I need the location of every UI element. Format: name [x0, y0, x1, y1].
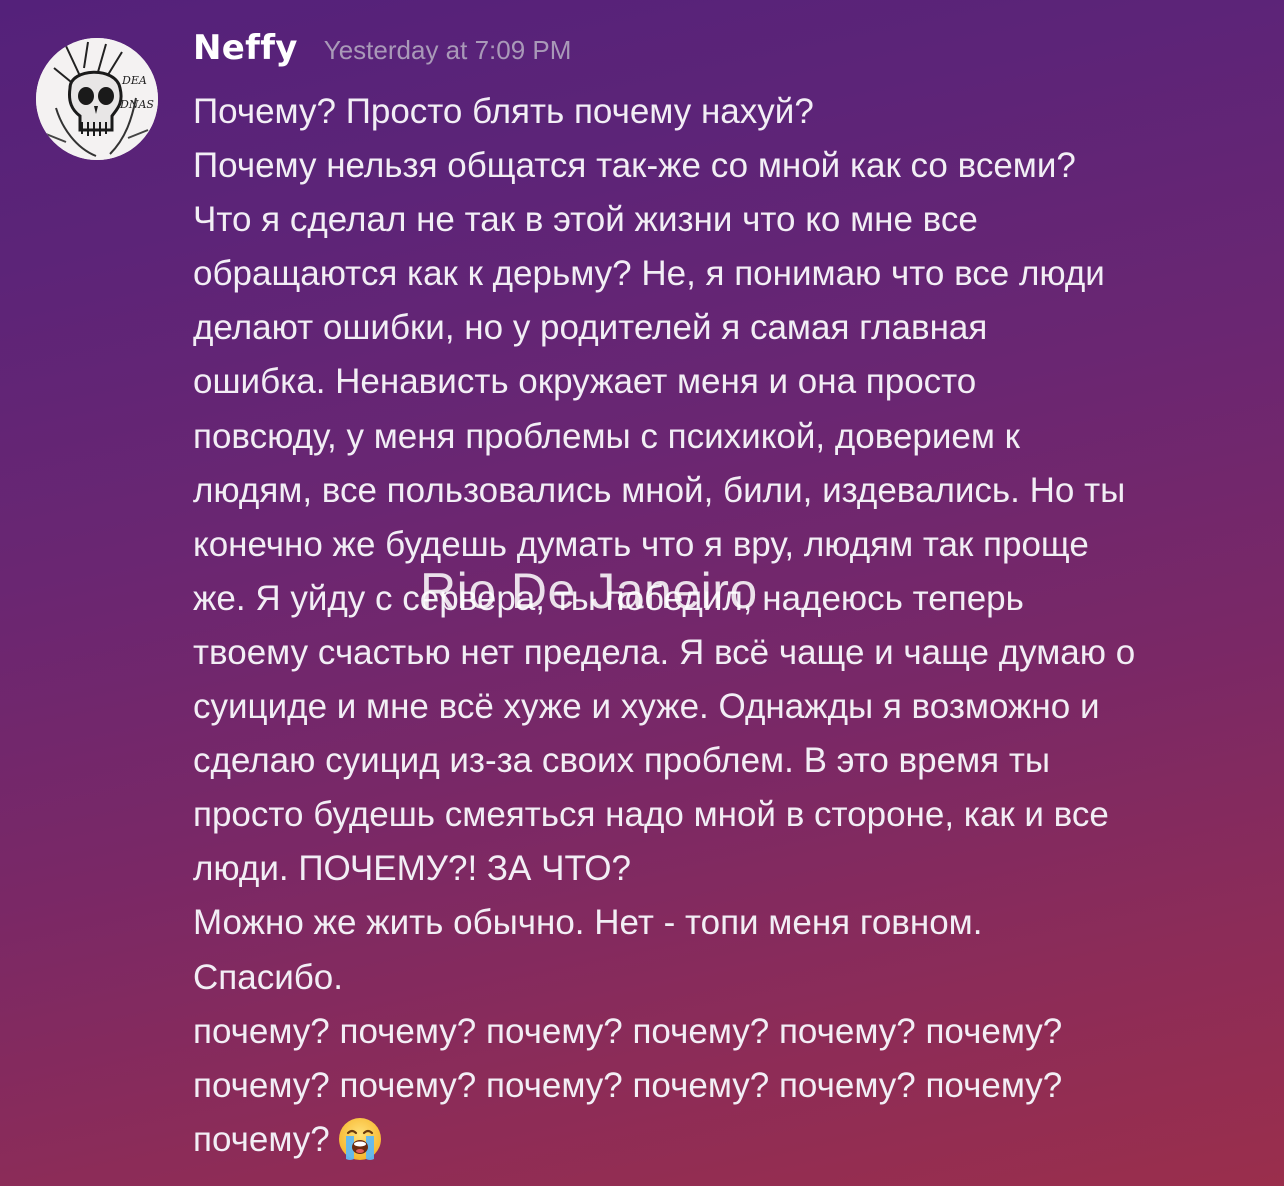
message-line: твоему счастью нет предела. Я всё чаще и…	[193, 632, 1136, 672]
loudly-crying-face-emoji-icon[interactable]	[336, 1115, 384, 1163]
message-line: люди. ПОЧЕМУ?! ЗА ЧТО?	[193, 849, 631, 889]
svg-text:DEA: DEA	[121, 74, 147, 87]
message-line: почему? почему? почему? почему? почему? …	[193, 1065, 1063, 1105]
message-line: сделаю суицид из-за своих проблем. В это…	[193, 741, 1051, 781]
message-line: суициде и мне всё хуже и хуже. Однажды я…	[193, 687, 1100, 727]
svg-text:DNAS: DNAS	[119, 98, 154, 111]
author-name[interactable]: Neffy	[193, 28, 298, 68]
message-line: Можно же жить обычно. Нет - топи меня го…	[193, 903, 983, 943]
message-line: обращаются как к дерьму? Не, я понимаю ч…	[193, 254, 1105, 294]
message-line: почему?	[193, 1119, 330, 1159]
watermark-text: Rio De Janeiro	[420, 563, 758, 619]
message-line: почему? почему? почему? почему? почему? …	[193, 1011, 1063, 1051]
message-line: ошибка. Ненависть окружает меня и она пр…	[193, 362, 977, 402]
message-content: Почему? Просто блять почему нахуй? Почем…	[193, 85, 1273, 1167]
message-line: людям, все пользовались мной, били, изде…	[193, 470, 1126, 510]
message-line: просто будешь смеяться надо мной в сторо…	[193, 795, 1109, 835]
message-line: Спасибо.	[193, 957, 343, 997]
message-line: Почему? Просто блять почему нахуй?	[193, 92, 814, 131]
message-line: Что я сделал не так в этой жизни что ко …	[193, 200, 978, 240]
message-line: повсюду, у меня проблемы с психикой, дов…	[193, 416, 1020, 456]
message-header: Neffy Yesterday at 7:09 PM	[193, 28, 571, 84]
message-timestamp[interactable]: Yesterday at 7:09 PM	[324, 35, 572, 66]
skull-avatar-icon: DEA DNAS	[36, 38, 158, 160]
user-avatar[interactable]: DEA DNAS	[36, 38, 158, 160]
message-line: Почему нельзя общатся так-же со мной как…	[193, 146, 1076, 186]
message-last-line: почему?	[193, 1113, 1273, 1167]
chat-message: DEA DNAS Neffy Yesterday at 7:09 PM Поче…	[0, 0, 1284, 1186]
message-line: делают ошибки, но у родителей я самая гл…	[193, 308, 988, 348]
